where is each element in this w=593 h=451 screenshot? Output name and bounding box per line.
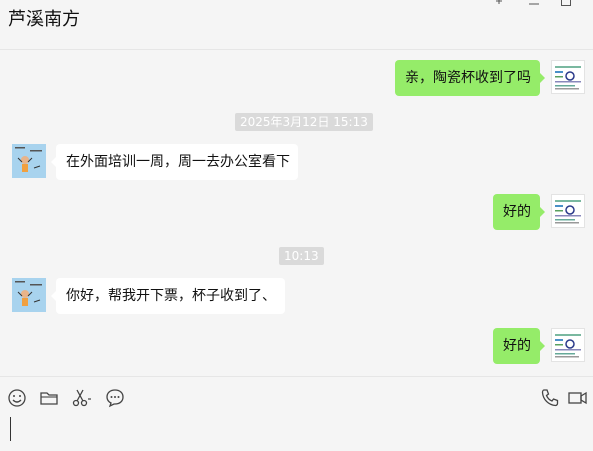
message-bubble-received[interactable]: 你好，帮我开下票，杯子收到了、 bbox=[51, 278, 285, 314]
message-list[interactable]: 亲，陶瓷杯收到了吗 2025年3月12日 15:13 在外面培训一周，周一去办公… bbox=[0, 51, 593, 376]
pin-icon[interactable] bbox=[492, 0, 506, 8]
message-timestamp: 2025年3月12日 15:13 bbox=[235, 113, 373, 131]
message-bubble-received[interactable]: 在外面培训一周，周一去办公室看下 bbox=[51, 144, 298, 180]
message-timestamp: 10:13 bbox=[279, 247, 324, 265]
phone-icon[interactable] bbox=[539, 387, 561, 409]
avatar[interactable] bbox=[12, 144, 46, 178]
message-bubble-sent[interactable]: 亲，陶瓷杯收到了吗 bbox=[395, 60, 545, 96]
maximize-icon[interactable] bbox=[559, 0, 573, 8]
chat-header: 芦溪南方 bbox=[0, 0, 593, 50]
message-composer bbox=[0, 376, 593, 451]
folder-icon[interactable] bbox=[38, 387, 60, 409]
avatar[interactable] bbox=[551, 328, 585, 362]
minimize-icon[interactable] bbox=[527, 0, 541, 8]
chat-window: 芦溪南方 亲，陶瓷杯收到了吗 2025年3月12日 15:13 在外面培训一周，… bbox=[0, 0, 593, 451]
message-bubble-sent[interactable]: 好的 bbox=[493, 194, 545, 230]
avatar[interactable] bbox=[551, 60, 585, 94]
avatar[interactable] bbox=[12, 278, 46, 312]
video-camera-icon[interactable] bbox=[567, 387, 589, 409]
smiley-icon[interactable] bbox=[6, 387, 28, 409]
scissors-icon[interactable] bbox=[70, 387, 92, 409]
message-bubble-sent[interactable]: 好的 bbox=[493, 328, 545, 364]
text-cursor bbox=[10, 417, 11, 441]
chat-title: 芦溪南方 bbox=[8, 9, 80, 30]
avatar[interactable] bbox=[551, 194, 585, 228]
message-input[interactable] bbox=[8, 413, 585, 447]
speech-bubble-icon[interactable] bbox=[104, 387, 126, 409]
